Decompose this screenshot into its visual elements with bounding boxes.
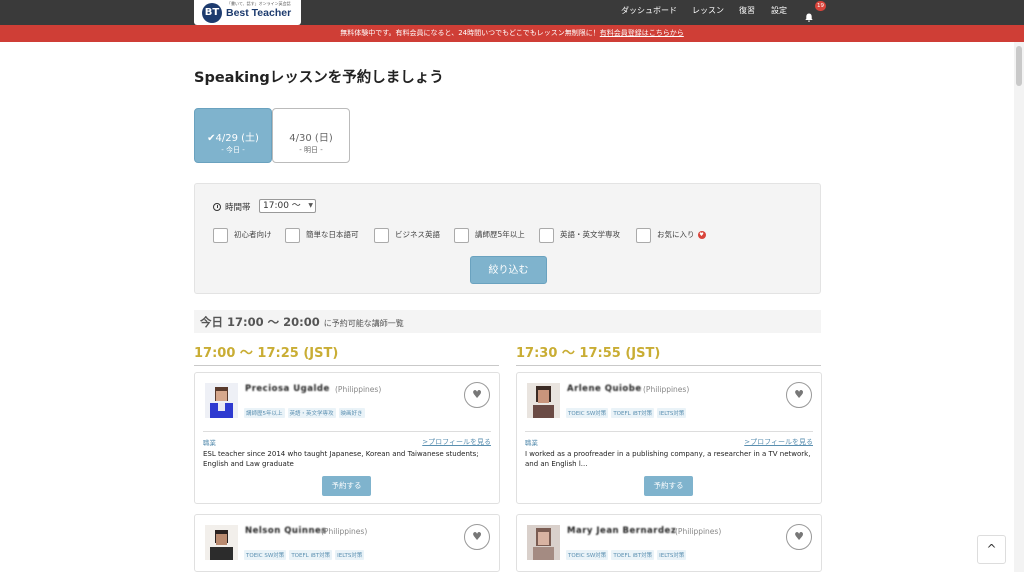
tag: IELTS対策 bbox=[335, 550, 365, 560]
tag: 英語・英文学専攻 bbox=[287, 408, 336, 418]
logo-name: Best Teacher bbox=[226, 7, 292, 19]
time-label: 時間帯 bbox=[213, 201, 251, 213]
teacher-country: (Philippines) bbox=[335, 385, 382, 394]
teacher-name[interactable]: Preciosa Ugalde bbox=[245, 384, 330, 394]
tag: TOEFL iBT対策 bbox=[611, 550, 655, 560]
filter-favorites[interactable]: お気に入り ♥ bbox=[636, 227, 706, 243]
date-tab-date: 4/30 (日) bbox=[289, 133, 333, 144]
divider bbox=[203, 431, 491, 432]
teacher-intro: ESL teacher since 2014 who taught Japane… bbox=[203, 450, 479, 468]
date-tab-today[interactable]: ✔4/29 (土) - 今日 - bbox=[194, 108, 272, 163]
filter-easy-japanese[interactable]: 簡単な日本語可 bbox=[285, 227, 359, 243]
date-tab-sub: - 今日 - bbox=[221, 146, 245, 154]
nav-lessons[interactable]: レッスン bbox=[692, 0, 724, 25]
view-profile-link[interactable]: >プロフィールを見る bbox=[744, 437, 813, 447]
favorite-heart-icon[interactable]: ♥ bbox=[464, 382, 490, 408]
tag: TOEIC SW対策 bbox=[566, 550, 609, 560]
tag: 講師歴5年以上 bbox=[244, 408, 285, 418]
date-tab-tomorrow[interactable]: 4/30 (日) - 明日 - bbox=[272, 108, 350, 163]
teacher-tags: TOEIC SW対策 TOEFL iBT対策 IELTS対策 bbox=[244, 542, 367, 561]
checkbox[interactable] bbox=[454, 227, 469, 243]
notice-text: 無料体験中です。有料会員になると、24時間いつでもどこでもレッスン無制限に！ bbox=[340, 29, 600, 37]
teacher-country: (Philippines) bbox=[643, 385, 690, 394]
checkbox[interactable] bbox=[636, 227, 651, 243]
view-profile-link[interactable]: >プロフィールを見る bbox=[422, 437, 491, 447]
teacher-card: Nelson Quinnes (Philippines) TOEIC SW対策 T… bbox=[194, 514, 500, 572]
book-button[interactable]: 予約する bbox=[644, 476, 693, 496]
chevron-up-icon: ^ bbox=[986, 542, 997, 556]
teacher-tags: TOEIC SW対策 TOEFL iBT対策 IELTS対策 bbox=[566, 542, 689, 561]
teacher-card: Preciosa Ugalde (Philippines) 講師歴5年以上 英語・… bbox=[194, 372, 500, 504]
teacher-photo[interactable] bbox=[527, 383, 560, 418]
teacher-name[interactable]: Nelson Quinnes bbox=[245, 526, 327, 536]
filter-5-years[interactable]: 講師歴5年以上 bbox=[454, 227, 525, 243]
nav-review[interactable]: 復習 bbox=[739, 0, 755, 25]
teacher-card: Mary Jean Bernardez (Philippines) TOEIC … bbox=[516, 514, 822, 572]
logo-mark-icon: BT bbox=[202, 3, 222, 23]
clock-icon bbox=[213, 203, 221, 211]
notice-link[interactable]: 有料会員登録はこちらから bbox=[600, 29, 684, 37]
nav-dashboard[interactable]: ダッシュボード bbox=[621, 0, 677, 25]
time-select[interactable]: 17:00 〜 ▼ bbox=[259, 199, 316, 213]
divider bbox=[525, 431, 813, 432]
bell-icon[interactable] bbox=[805, 7, 813, 22]
available-range: 17:00 〜 20:00 bbox=[227, 315, 320, 329]
apply-filter-button[interactable]: 絞り込む bbox=[470, 256, 547, 284]
page-title: Speakingレッスンを予約しましょう bbox=[194, 70, 444, 86]
scrollbar-thumb[interactable] bbox=[1016, 46, 1022, 86]
notification-badge: 19 bbox=[815, 1, 826, 11]
top-navbar bbox=[0, 0, 1024, 25]
nav-settings[interactable]: 設定 bbox=[771, 0, 787, 25]
checkbox[interactable] bbox=[213, 227, 228, 243]
book-button[interactable]: 予約する bbox=[322, 476, 371, 496]
favorite-heart-icon[interactable]: ♥ bbox=[786, 524, 812, 550]
favorite-heart-icon[interactable]: ♥ bbox=[786, 382, 812, 408]
scrollbar-track[interactable] bbox=[1014, 42, 1024, 572]
available-prefix: 今日 bbox=[200, 315, 223, 329]
checkbox[interactable] bbox=[539, 227, 554, 243]
teacher-country: (Philippines) bbox=[321, 527, 368, 536]
tag: IELTS対策 bbox=[657, 408, 687, 418]
available-header: 今日 17:00 〜 20:00 に予約可能な講師一覧 bbox=[194, 310, 821, 333]
job-label: 職業 bbox=[525, 439, 538, 447]
teacher-photo[interactable] bbox=[205, 525, 238, 560]
tag: TOEFL iBT対策 bbox=[289, 550, 333, 560]
tag: TOEFL iBT対策 bbox=[611, 408, 655, 418]
tag: TOEIC SW対策 bbox=[244, 550, 287, 560]
teacher-tags: TOEIC SW対策 TOEFL iBT対策 IELTS対策 bbox=[566, 400, 689, 419]
trial-notice: 無料体験中です。有料会員になると、24時間いつでもどこでもレッスン無制限に！有料… bbox=[0, 25, 1024, 42]
teacher-name[interactable]: Arlene Quiobe bbox=[567, 384, 642, 394]
date-tab-date: 4/29 (土) bbox=[215, 133, 259, 144]
slot-heading-1: 17:00 〜 17:25 (JST) bbox=[194, 342, 499, 366]
tag: 映画好き bbox=[338, 408, 365, 418]
teacher-tags: 講師歴5年以上 英語・英文学専攻 映画好き bbox=[244, 400, 368, 419]
checkbox[interactable] bbox=[285, 227, 300, 243]
checkbox[interactable] bbox=[374, 227, 389, 243]
teacher-card: Arlene Quiobe (Philippines) TOEIC SW対策 TO… bbox=[516, 372, 822, 504]
teacher-photo[interactable] bbox=[205, 383, 238, 418]
job-label: 職業 bbox=[203, 439, 216, 447]
heart-icon: ♥ bbox=[697, 231, 706, 239]
teacher-photo[interactable] bbox=[527, 525, 560, 560]
teacher-country: (Philippines) bbox=[675, 527, 722, 536]
logo[interactable]: BT 「書いて、話す」オンライン英会話 Best Teacher bbox=[194, 0, 301, 25]
teacher-intro: I worked as a proofreader in a publishin… bbox=[525, 450, 811, 468]
chevron-down-icon: ▼ bbox=[308, 202, 313, 209]
tag: TOEIC SW対策 bbox=[566, 408, 609, 418]
filter-beginner[interactable]: 初心者向け bbox=[213, 227, 272, 243]
filter-panel: 時間帯 17:00 〜 ▼ 初心者向け 簡単な日本語可 ビジネス英語 講師歴5年以… bbox=[194, 183, 821, 294]
scroll-to-top-button[interactable]: ^ bbox=[977, 535, 1006, 564]
tag: IELTS対策 bbox=[657, 550, 687, 560]
slot-heading-2: 17:30 〜 17:55 (JST) bbox=[516, 342, 821, 366]
teacher-name[interactable]: Mary Jean Bernardez bbox=[567, 526, 676, 536]
available-suffix: に予約可能な講師一覧 bbox=[323, 319, 404, 328]
date-tab-sub: - 明日 - bbox=[299, 146, 323, 154]
favorite-heart-icon[interactable]: ♥ bbox=[464, 524, 490, 550]
filter-english-major[interactable]: 英語・英文学専攻 bbox=[539, 227, 620, 243]
filter-business-english[interactable]: ビジネス英語 bbox=[374, 227, 440, 243]
